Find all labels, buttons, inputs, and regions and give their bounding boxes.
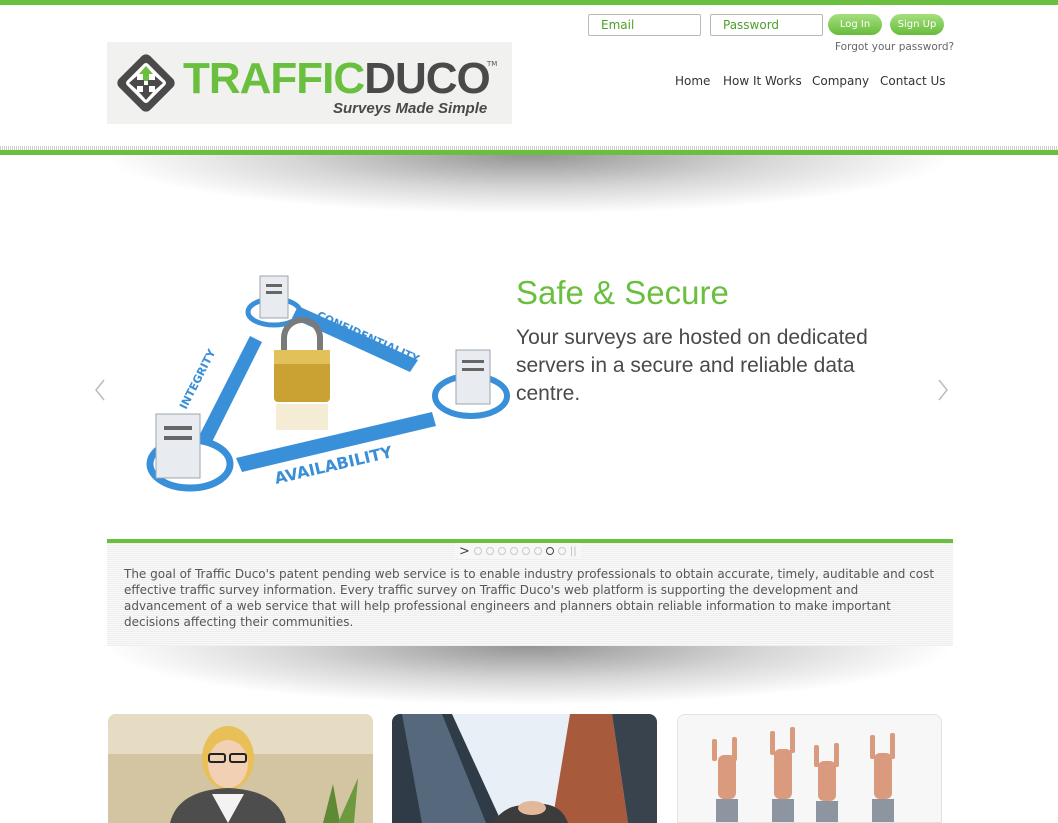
logo-word-duco: DUCO <box>364 54 491 103</box>
logo-tagline: Surveys Made Simple <box>333 100 488 117</box>
feature-card-company[interactable] <box>392 714 657 823</box>
logo-arrows-icon <box>117 54 175 112</box>
forgot-password-link[interactable]: Forgot your password? <box>835 41 954 53</box>
logo[interactable]: TRAFFICDUCO TM Surveys Made Simple <box>107 42 512 124</box>
slide-description: Your surveys are hosted on dedicated ser… <box>516 326 868 405</box>
slide-image-security-triangle: CONFIDENTIALITY INTEGRITY AVAILABILITY <box>116 262 530 528</box>
nav-company[interactable]: Company <box>812 74 869 88</box>
caption-text: The goal of Traffic Duco's patent pendin… <box>124 567 935 629</box>
photo-handshake-buildings <box>392 714 657 823</box>
photo-businesswoman <box>108 714 373 823</box>
server-icon <box>259 275 289 319</box>
logo-word-traffic: TRAFFIC <box>183 54 365 103</box>
email-field[interactable] <box>588 14 701 36</box>
header-shadow <box>112 155 946 213</box>
slide-dot-4[interactable] <box>509 547 518 555</box>
feature-card-professional[interactable] <box>108 714 373 823</box>
slide-dot-2[interactable] <box>485 547 494 555</box>
top-accent-bar <box>0 0 1058 5</box>
nav-home[interactable]: Home <box>675 74 710 88</box>
signup-button[interactable]: Sign Up <box>890 14 944 35</box>
login-button[interactable]: Log In <box>828 14 882 35</box>
padlock-icon <box>274 317 330 430</box>
chevron-left-icon[interactable] <box>90 376 110 404</box>
logo-wordmark: TRAFFICDUCO <box>183 54 491 103</box>
password-field[interactable] <box>710 14 823 36</box>
server-icon <box>455 349 491 405</box>
slide-dot-6[interactable] <box>533 547 542 555</box>
label-confidentiality: CONFIDENTIALITY <box>315 309 422 366</box>
logo-trademark: TM <box>487 60 498 68</box>
slide-pager: > || <box>455 543 581 559</box>
slide-dot-8[interactable] <box>557 547 566 555</box>
label-integrity: INTEGRITY <box>177 346 219 411</box>
chevron-right-icon[interactable] <box>933 376 953 404</box>
slide-title: Safe & Secure <box>516 274 729 311</box>
slide-dot-3[interactable] <box>497 547 506 555</box>
play-icon[interactable]: > <box>459 544 470 559</box>
slide-dot-1[interactable] <box>473 547 482 555</box>
pause-icon[interactable]: || <box>570 546 577 557</box>
caption-shadow <box>112 646 946 704</box>
nav-how-it-works[interactable]: How It Works <box>723 74 802 88</box>
feature-card-community[interactable] <box>677 714 942 823</box>
slide-dot-5[interactable] <box>521 547 530 555</box>
slide-dot-7[interactable] <box>545 547 554 555</box>
nav-contact-us[interactable]: Contact Us <box>880 74 946 88</box>
server-icon <box>155 413 201 479</box>
photo-raised-hands <box>678 715 941 822</box>
